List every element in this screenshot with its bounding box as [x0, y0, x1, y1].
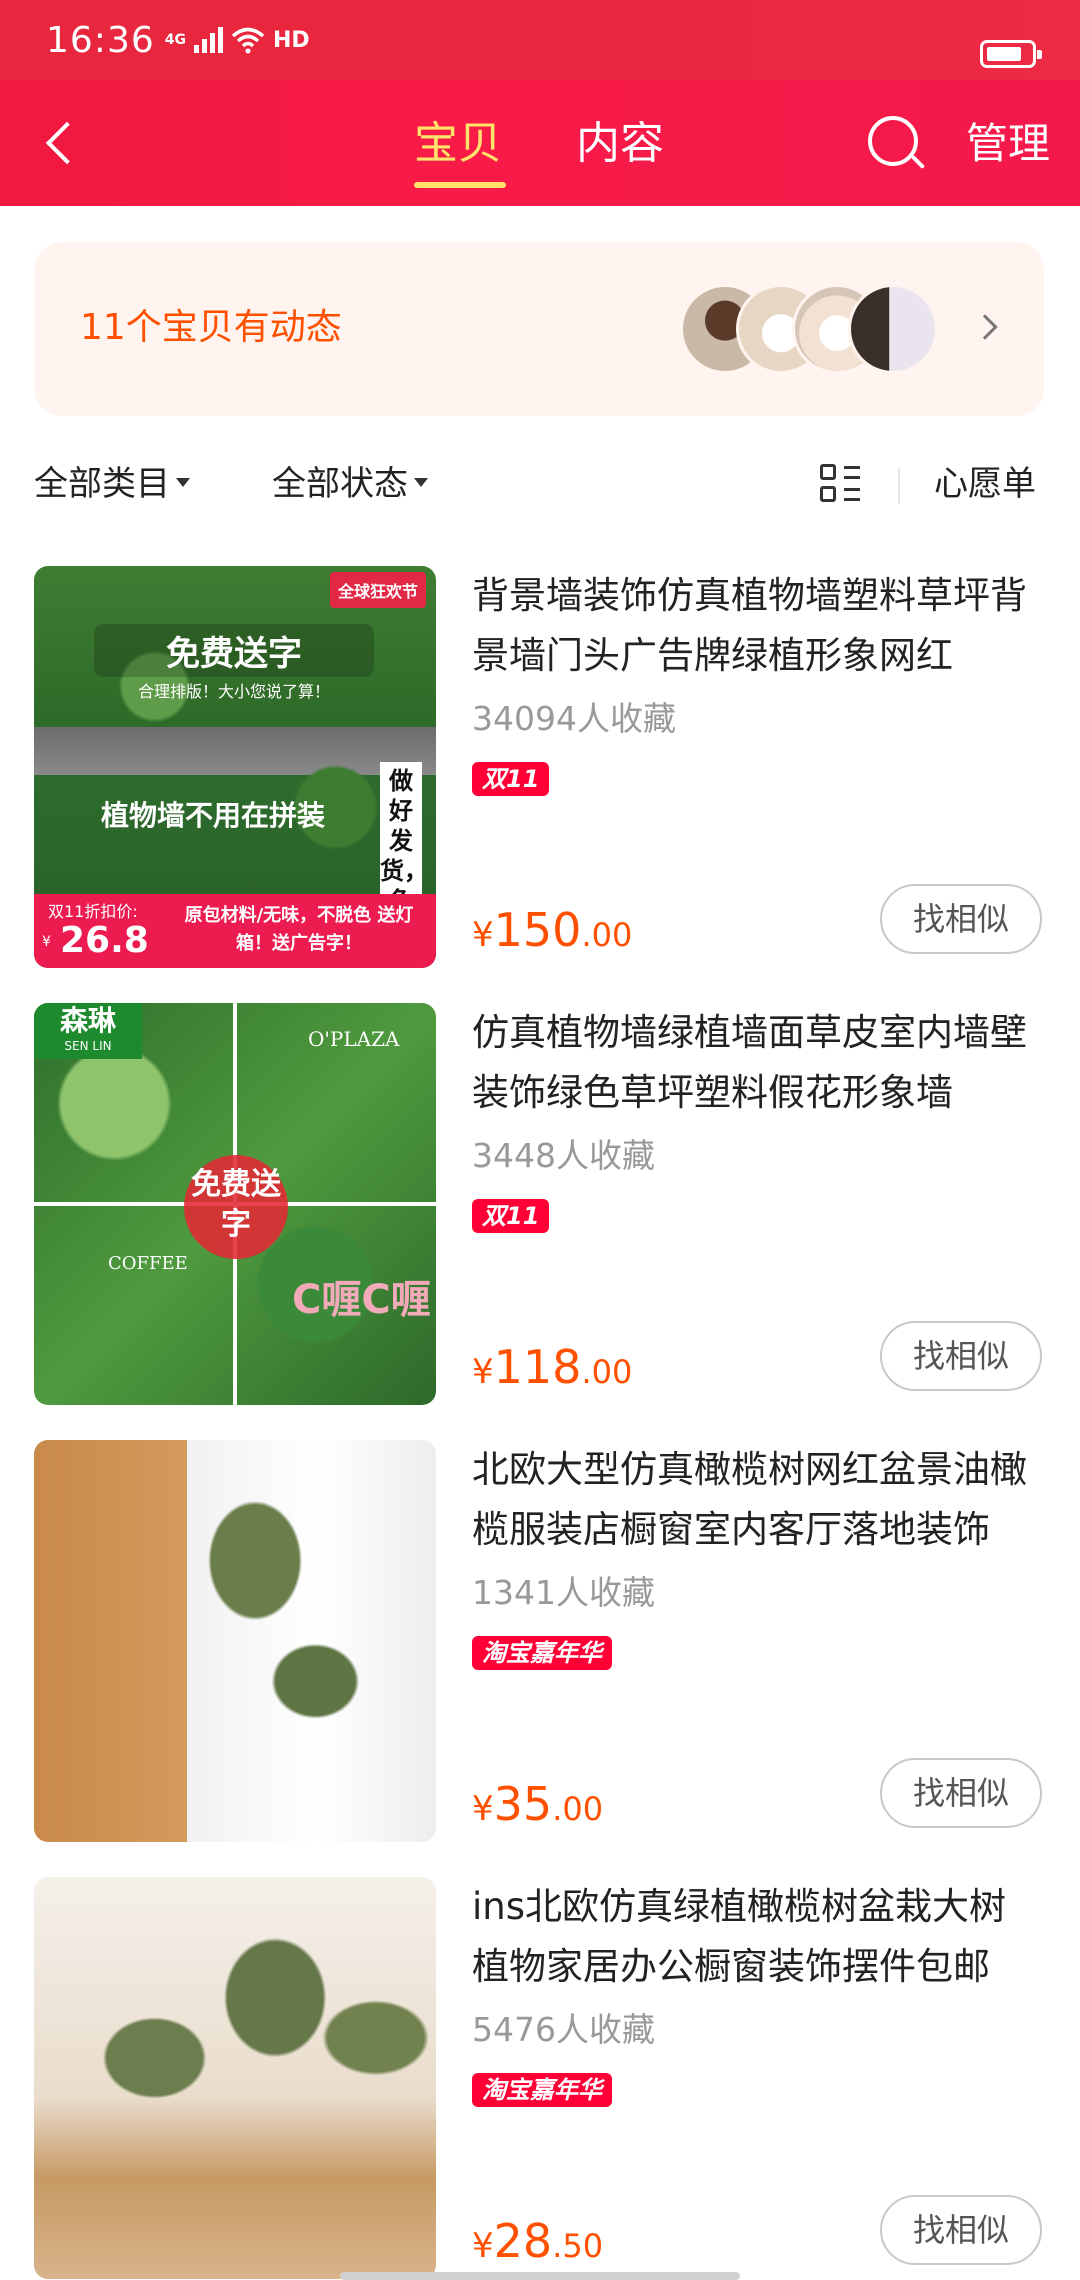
- image-coffee-text: COFFEE: [108, 1253, 188, 1274]
- product-price: ¥35.00: [472, 1774, 603, 1845]
- nav-bar: 宝贝 内容 管理: [0, 80, 1080, 206]
- wishlist-button[interactable]: 心愿单: [934, 456, 1036, 512]
- image-price-tag: 双11折扣价: ¥ 26.8 原包材料/无味，不脱色 送灯箱！送广告字！: [34, 894, 436, 968]
- product-item[interactable]: 森琳 SEN LIN O'PLAZA 免费送字 COFFEE C喱C喱 仿真植物墙…: [0, 1003, 1080, 1407]
- free-lettering-badge: 免费送字: [184, 1155, 288, 1259]
- product-title[interactable]: ins北欧仿真绿植橄榄树盆栽大树植物家居办公橱窗装饰摆件包邮: [472, 1877, 1042, 1997]
- status-bar: 16:36 4G HD: [0, 0, 1080, 80]
- wifi-icon: [231, 27, 265, 54]
- product-image[interactable]: [34, 1440, 436, 1842]
- promo-corner-label: 全球狂欢节: [329, 572, 426, 608]
- find-similar-button[interactable]: 找相似: [880, 2195, 1042, 2265]
- tag-currency: ¥: [42, 934, 51, 950]
- product-title[interactable]: 背景墙装饰仿真植物墙塑料草坪背景墙门头广告牌绿植形象网红: [472, 566, 1042, 686]
- find-similar-button[interactable]: 找相似: [880, 884, 1042, 954]
- price-integer: 118: [493, 1340, 582, 1394]
- price-integer: 35: [493, 1777, 553, 1831]
- tag-value: 26.8: [60, 920, 149, 961]
- product-price: ¥118.00: [472, 1337, 632, 1408]
- price-currency: ¥: [472, 915, 494, 955]
- chevron-left-icon: [45, 121, 89, 165]
- thumbnail-image: [848, 284, 938, 374]
- category-filter[interactable]: 全部类目: [34, 456, 190, 512]
- product-image[interactable]: 全球狂欢节 免费送字 合理排版！大小您说了算！ 植物墙不用在拼装 做好发货，免 …: [34, 566, 436, 968]
- carnival-badge: 淘宝嘉年华: [472, 2073, 612, 2107]
- status-filter-label: 全部状态: [272, 464, 408, 504]
- list-view-toggle-icon[interactable]: [820, 464, 862, 506]
- caret-down-icon: [414, 478, 428, 487]
- product-image[interactable]: [34, 1877, 436, 2279]
- price-decimal: .50: [552, 2227, 604, 2265]
- double11-badge: 双11: [472, 762, 550, 796]
- image-subtitle: 合理排版！大小您说了算！: [137, 682, 330, 701]
- search-icon: [868, 116, 918, 166]
- signal-icon: [193, 27, 223, 53]
- hd-indicator: HD: [272, 27, 310, 53]
- product-price: ¥28.50: [472, 2211, 603, 2280]
- network-type: 4G: [164, 32, 186, 48]
- image-caption: 植物墙不用在拼装: [100, 799, 325, 832]
- category-filter-label: 全部类目: [34, 464, 170, 504]
- product-item[interactable]: ins北欧仿真绿植橄榄树盆栽大树植物家居办公橱窗装饰摆件包邮 5476人收藏 淘…: [0, 1877, 1080, 2280]
- tag-promo: 原包材料/无味，不脱色 送灯箱！送广告字！: [184, 905, 414, 954]
- activity-text: 11个宝贝有动态: [80, 307, 342, 348]
- price-currency: ¥: [472, 1352, 494, 1392]
- active-tab-indicator: [414, 182, 506, 188]
- activity-thumbnails: [680, 284, 980, 374]
- product-title[interactable]: 北欧大型仿真橄榄树网红盆景油橄榄服装店橱窗室内客厅落地装饰: [472, 1440, 1042, 1560]
- scroll-indicator: [340, 2272, 740, 2280]
- filter-bar: 全部类目 全部状态 心愿单: [0, 446, 1080, 526]
- favorites-count: 1341人收藏: [472, 1573, 655, 1612]
- product-item[interactable]: 北欧大型仿真橄榄树网红盆景油橄榄服装店橱窗室内客厅落地装饰 1341人收藏 淘宝…: [0, 1440, 1080, 1844]
- product-price: ¥150.00: [472, 900, 632, 971]
- image-headline: 免费送字: [94, 624, 374, 677]
- price-currency: ¥: [472, 2226, 494, 2266]
- price-decimal: .00: [581, 916, 633, 954]
- image-cafe-text: C喱C喱: [292, 1277, 431, 1323]
- favorites-count: 5476人收藏: [472, 2010, 655, 2049]
- carnival-badge: 淘宝嘉年华: [472, 1636, 612, 1670]
- status-filter[interactable]: 全部状态: [272, 456, 428, 512]
- activity-card[interactable]: 11个宝贝有动态: [34, 242, 1044, 416]
- image-sign-text: O'PLAZA: [308, 1027, 400, 1051]
- double11-badge: 双11: [472, 1199, 550, 1233]
- tab-baobei[interactable]: 宝贝: [414, 114, 502, 174]
- status-time: 16:36: [46, 19, 155, 61]
- tag-label: 双11折扣价:: [48, 902, 138, 921]
- battery-icon: [980, 40, 1042, 68]
- brand-logo: 森琳 SEN LIN: [34, 1003, 142, 1059]
- product-item[interactable]: 全球狂欢节 免费送字 合理排版！大小您说了算！ 植物墙不用在拼装 做好发货，免 …: [0, 566, 1080, 970]
- find-similar-button[interactable]: 找相似: [880, 1758, 1042, 1828]
- price-integer: 150: [493, 903, 582, 957]
- price-decimal: .00: [552, 1790, 604, 1828]
- product-image[interactable]: 森琳 SEN LIN O'PLAZA 免费送字 COFFEE C喱C喱: [34, 1003, 436, 1405]
- tab-content[interactable]: 内容: [576, 114, 664, 174]
- product-title[interactable]: 仿真植物墙绿植墙面草皮室内墙壁装饰绿色草坪塑料假花形象墙: [472, 1003, 1042, 1123]
- network-indicator: 4G HD: [165, 26, 310, 54]
- divider: [898, 468, 900, 504]
- find-similar-button[interactable]: 找相似: [880, 1321, 1042, 1391]
- price-integer: 28: [493, 2214, 553, 2268]
- price-decimal: .00: [581, 1353, 633, 1391]
- manage-button[interactable]: 管理: [966, 114, 1050, 174]
- caret-down-icon: [176, 478, 190, 487]
- price-currency: ¥: [472, 1789, 494, 1829]
- favorites-count: 34094人收藏: [472, 699, 676, 738]
- back-button[interactable]: [30, 113, 90, 173]
- search-button[interactable]: [868, 116, 926, 172]
- favorites-count: 3448人收藏: [472, 1136, 655, 1175]
